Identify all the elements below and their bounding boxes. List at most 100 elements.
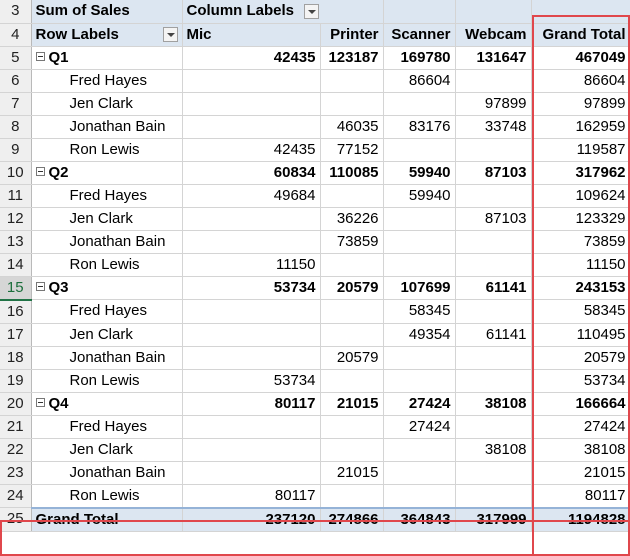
value-cell-printer[interactable]: 36226 xyxy=(320,207,384,231)
value-cell-webcam[interactable]: 61141 xyxy=(455,323,532,347)
quarter-label-cell[interactable]: Q3 xyxy=(31,275,183,300)
value-cell-grand-total[interactable]: 110495 xyxy=(531,323,630,347)
value-cell-mic[interactable]: 42435 xyxy=(182,138,321,162)
value-cell-grand-total[interactable]: 80117 xyxy=(531,484,630,508)
value-cell-printer[interactable]: 21015 xyxy=(320,461,384,485)
value-cell-printer[interactable] xyxy=(320,484,384,508)
value-cell-scanner[interactable] xyxy=(383,346,456,370)
column-labels-cell[interactable]: Column Labels xyxy=(182,0,384,24)
value-cell-printer[interactable]: 20579 xyxy=(320,346,384,370)
value-cell-printer[interactable]: 73859 xyxy=(320,230,384,254)
value-cell-printer[interactable]: 110085 xyxy=(320,160,384,185)
value-cell-webcam[interactable]: 87103 xyxy=(455,160,532,185)
salesperson-label[interactable]: Jen Clark xyxy=(31,323,183,347)
row-header[interactable]: 21 xyxy=(0,415,32,439)
column-header-webcam[interactable]: Webcam xyxy=(455,23,532,47)
value-cell-grand-total[interactable]: 119587 xyxy=(531,138,630,162)
row-header[interactable]: 14 xyxy=(0,253,32,277)
value-cell-grand-total[interactable]: 243153 xyxy=(531,275,630,300)
value-cell-scanner[interactable]: 58345 xyxy=(383,299,456,324)
value-cell-scanner[interactable]: 59940 xyxy=(383,184,456,208)
value-cell-grand-total[interactable]: 467049 xyxy=(531,45,630,70)
value-cell-scanner[interactable] xyxy=(383,138,456,162)
value-cell-printer[interactable]: 274866 xyxy=(320,506,384,532)
value-cell-grand-total[interactable]: 58345 xyxy=(531,299,630,324)
value-cell-mic[interactable] xyxy=(182,461,321,485)
value-cell-grand-total[interactable]: 123329 xyxy=(531,207,630,231)
value-cell-webcam[interactable] xyxy=(455,415,532,439)
value-cell-grand-total[interactable]: 38108 xyxy=(531,438,630,462)
value-cell-scanner[interactable] xyxy=(383,369,456,393)
value-cell-webcam[interactable] xyxy=(455,461,532,485)
salesperson-label[interactable]: Jen Clark xyxy=(31,207,183,231)
row-header[interactable]: 22 xyxy=(0,438,32,462)
row-header[interactable]: 4 xyxy=(0,23,32,47)
value-cell-webcam[interactable]: 131647 xyxy=(455,45,532,70)
value-cell-mic[interactable] xyxy=(182,323,321,347)
row-header[interactable]: 6 xyxy=(0,69,32,93)
salesperson-label[interactable]: Fred Hayes xyxy=(31,69,183,93)
row-header[interactable]: 10 xyxy=(0,161,32,185)
value-cell-mic[interactable]: 49684 xyxy=(182,184,321,208)
salesperson-label[interactable]: Jen Clark xyxy=(31,438,183,462)
value-cell-mic[interactable] xyxy=(182,415,321,439)
value-cell-scanner[interactable]: 364843 xyxy=(383,506,456,532)
row-header[interactable]: 3 xyxy=(0,0,32,24)
value-cell-webcam[interactable] xyxy=(455,346,532,370)
value-cell-grand-total[interactable]: 162959 xyxy=(531,115,630,139)
column-header-scanner[interactable]: Scanner xyxy=(383,23,456,47)
value-cell-scanner[interactable]: 107699 xyxy=(383,275,456,300)
value-cell-webcam[interactable] xyxy=(455,230,532,254)
value-cell-scanner[interactable] xyxy=(383,253,456,277)
row-header[interactable]: 15 xyxy=(0,276,32,301)
row-header[interactable]: 7 xyxy=(0,92,32,116)
grand-total-label[interactable]: Grand Total xyxy=(31,506,183,532)
row-labels-cell[interactable]: Row Labels xyxy=(31,23,183,47)
row-header[interactable]: 24 xyxy=(0,484,32,508)
value-cell-mic[interactable]: 53734 xyxy=(182,275,321,300)
value-cell-webcam[interactable] xyxy=(455,138,532,162)
value-cell-webcam[interactable] xyxy=(455,69,532,93)
value-cell-grand-total[interactable]: 21015 xyxy=(531,461,630,485)
salesperson-label[interactable]: Ron Lewis xyxy=(31,253,183,277)
column-header-printer[interactable]: Printer xyxy=(320,23,384,47)
value-cell-scanner[interactable]: 86604 xyxy=(383,69,456,93)
value-cell-mic[interactable] xyxy=(182,115,321,139)
value-cell-mic[interactable] xyxy=(182,92,321,116)
value-cell-scanner[interactable]: 59940 xyxy=(383,160,456,185)
value-cell-printer[interactable]: 123187 xyxy=(320,45,384,70)
value-cell-grand-total[interactable]: 86604 xyxy=(531,69,630,93)
row-header[interactable]: 25 xyxy=(0,507,32,532)
salesperson-label[interactable]: Jonathan Bain xyxy=(31,115,183,139)
value-cell-grand-total[interactable]: 97899 xyxy=(531,92,630,116)
value-cell-grand-total[interactable]: 166664 xyxy=(531,391,630,416)
value-cell-scanner[interactable]: 49354 xyxy=(383,323,456,347)
quarter-label-cell[interactable]: Q1 xyxy=(31,45,183,70)
value-cell-grand-total[interactable]: 11150 xyxy=(531,253,630,277)
collapse-minus-icon[interactable] xyxy=(35,398,45,408)
row-labels-filter-dropdown-icon[interactable] xyxy=(162,26,178,42)
salesperson-label[interactable]: Jonathan Bain xyxy=(31,461,183,485)
empty-header-cell[interactable] xyxy=(531,0,630,24)
value-cell-grand-total[interactable]: 53734 xyxy=(531,369,630,393)
value-cell-webcam[interactable]: 87103 xyxy=(455,207,532,231)
salesperson-label[interactable]: Fred Hayes xyxy=(31,184,183,208)
column-header-mic[interactable]: Mic xyxy=(182,23,321,47)
value-cell-mic[interactable]: 60834 xyxy=(182,160,321,185)
collapse-minus-icon[interactable] xyxy=(35,52,45,62)
salesperson-label[interactable]: Ron Lewis xyxy=(31,484,183,508)
value-cell-webcam[interactable]: 38108 xyxy=(455,438,532,462)
value-cell-grand-total[interactable]: 317962 xyxy=(531,160,630,185)
column-labels-filter-dropdown-icon[interactable] xyxy=(304,3,320,19)
row-header[interactable]: 9 xyxy=(0,138,32,162)
value-cell-printer[interactable]: 21015 xyxy=(320,391,384,416)
value-cell-mic[interactable]: 237120 xyxy=(182,506,321,532)
value-cell-printer[interactable] xyxy=(320,184,384,208)
value-cell-printer[interactable] xyxy=(320,369,384,393)
value-cell-scanner[interactable] xyxy=(383,461,456,485)
column-header-grand-total[interactable]: Grand Total xyxy=(531,23,630,47)
value-cell-scanner[interactable] xyxy=(383,207,456,231)
value-cell-printer[interactable] xyxy=(320,415,384,439)
value-cell-webcam[interactable] xyxy=(455,299,532,324)
row-header[interactable]: 18 xyxy=(0,346,32,370)
